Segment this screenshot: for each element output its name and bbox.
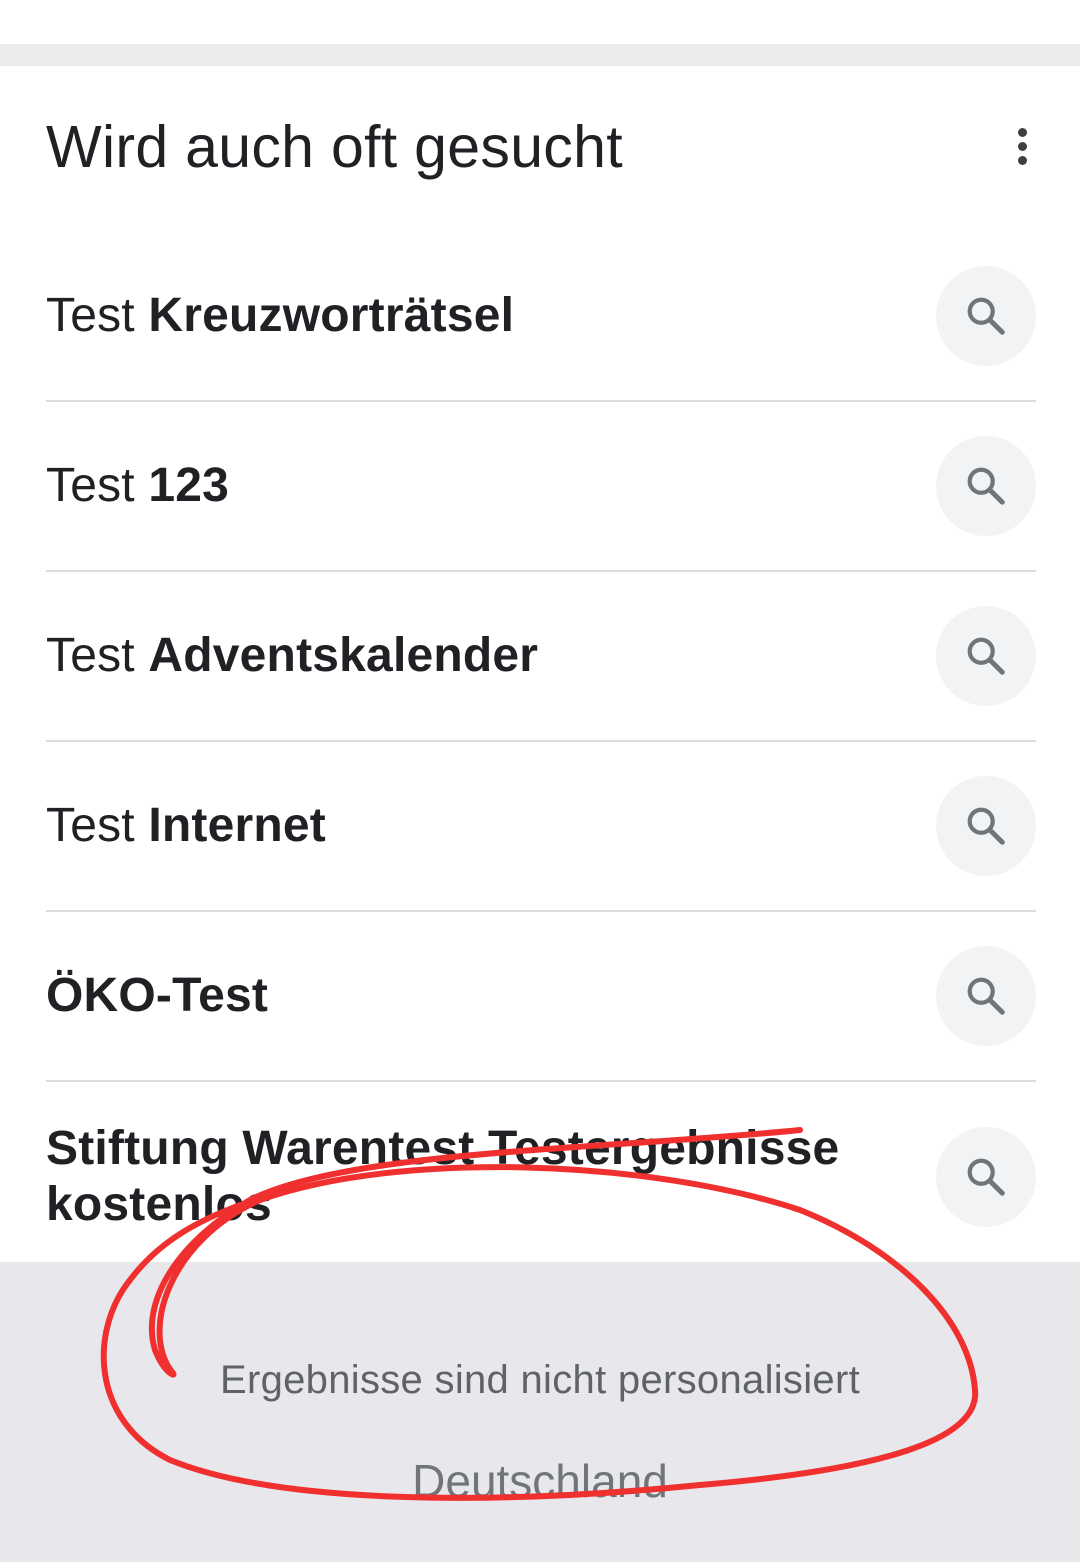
section-divider (0, 44, 1080, 66)
search-icon[interactable] (936, 436, 1036, 536)
search-icon[interactable] (936, 776, 1036, 876)
related-search-label: Test Internet (46, 799, 326, 852)
related-search-item[interactable]: Test Kreuzworträtsel (46, 232, 1036, 402)
related-searches-header: Wird auch oft gesucht (46, 66, 1036, 232)
related-search-item[interactable]: Test Adventskalender (46, 572, 1036, 742)
related-search-item[interactable]: Test Internet (46, 742, 1036, 912)
related-search-label: Test Kreuzworträtsel (46, 289, 515, 342)
related-search-item[interactable]: Test 123 (46, 402, 1036, 572)
more-vert-icon[interactable] (1008, 122, 1036, 170)
related-search-label: Test 123 (46, 459, 230, 512)
section-title: Wird auch oft gesucht (46, 114, 623, 180)
related-searches-list: Test Kreuzworträtsel Test 123 Test Adven… (46, 232, 1036, 1272)
search-icon[interactable] (936, 606, 1036, 706)
search-icon[interactable] (936, 946, 1036, 1046)
related-search-label: ÖKO-Test (46, 969, 269, 1022)
search-page: Wird auch oft gesucht Test Kreuzworträts… (0, 0, 1080, 1562)
results-footer: Ergebnisse sind nicht personalisiert Deu… (0, 1262, 1080, 1562)
related-search-label: Stiftung Warentest Testergebnisse kosten… (46, 1122, 840, 1231)
search-icon[interactable] (936, 1127, 1036, 1227)
related-search-item[interactable]: Stiftung Warentest Testergebnisse kosten… (46, 1082, 1036, 1272)
personalization-note: Ergebnisse sind nicht personalisiert (219, 1358, 861, 1402)
related-search-item[interactable]: ÖKO-Test (46, 912, 1036, 1082)
related-search-label: Test Adventskalender (46, 629, 539, 682)
location-label[interactable]: Deutschland (0, 1454, 1080, 1508)
search-icon[interactable] (936, 266, 1036, 366)
top-strip (0, 0, 1080, 44)
